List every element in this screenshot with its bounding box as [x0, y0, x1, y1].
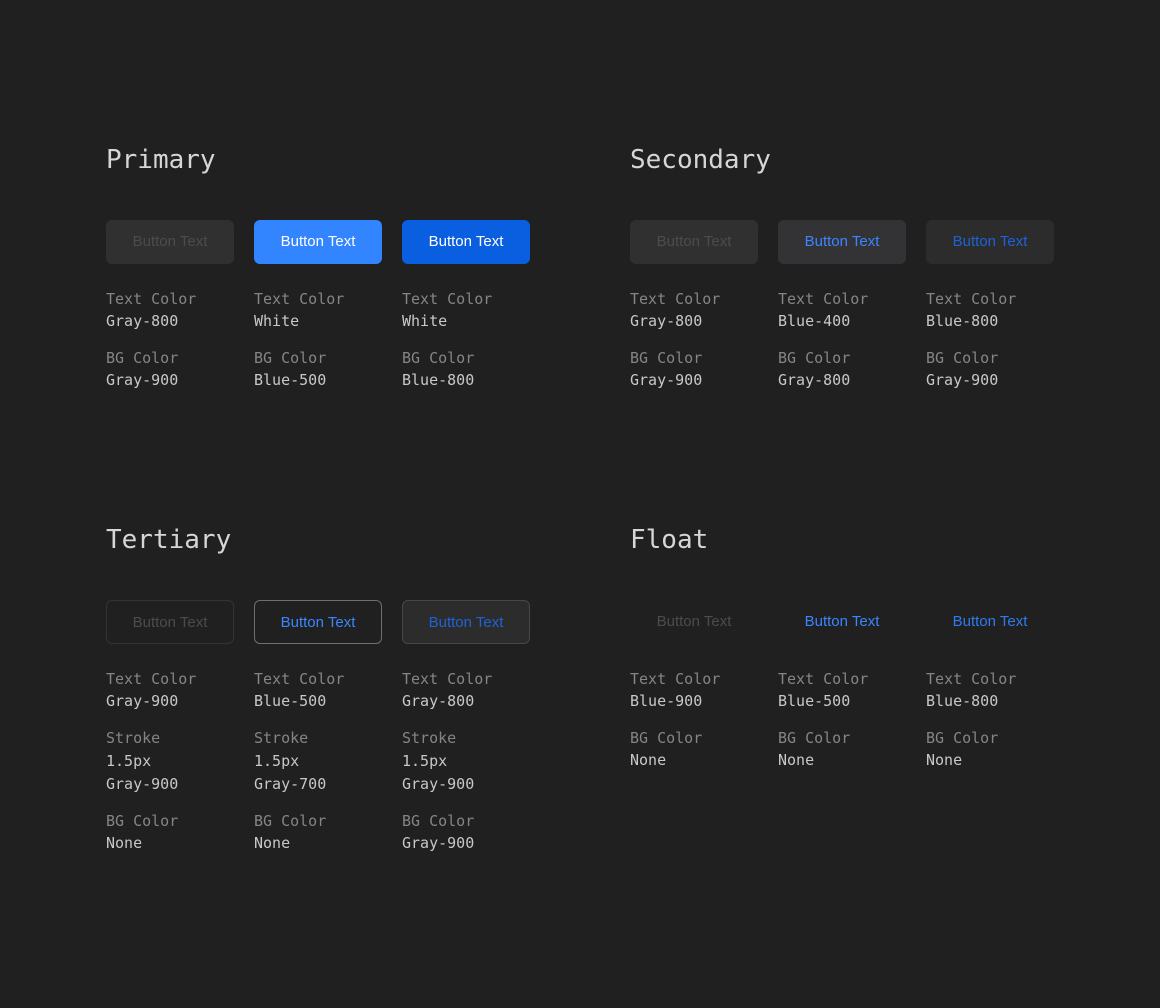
primary-button-disabled[interactable]: Button Text: [106, 220, 234, 264]
tertiary-button-default[interactable]: Button Text: [254, 600, 382, 644]
section-title-secondary: Secondary: [630, 145, 771, 175]
spec-value: Gray-900: [106, 775, 179, 793]
spec-value: Gray-900: [106, 371, 179, 389]
spec-value: Blue-800: [926, 692, 999, 710]
spec-value: 1.5px: [106, 752, 152, 770]
secondary-button-pressed[interactable]: Button Text: [926, 220, 1054, 264]
spec-list: Text Color White BG Color Blue-800: [402, 288, 530, 406]
spec-value: 1.5px: [254, 752, 300, 770]
spec-value: None: [778, 751, 815, 769]
spec-list: Text Color Blue-900 BG Color None: [630, 668, 758, 786]
spec-value: Blue-800: [926, 312, 999, 330]
spec-value: Gray-900: [106, 692, 179, 710]
spec-list: Text Color Gray-800 BG Color Gray-900: [106, 288, 234, 406]
spec-value: 1.5px: [402, 752, 448, 770]
spec-value: White: [254, 312, 300, 330]
spec-list: Text Color Blue-800 BG Color None: [926, 668, 1054, 786]
spec-value: None: [106, 834, 143, 852]
float-button-default[interactable]: Button Text: [778, 600, 906, 644]
secondary-button-default[interactable]: Button Text: [778, 220, 906, 264]
spec-label: BG Color: [630, 729, 703, 747]
spec-label: BG Color: [402, 812, 475, 830]
spec-label: Stroke: [254, 729, 309, 747]
spec-value: Gray-800: [778, 371, 851, 389]
float-button-pressed[interactable]: Button Text: [926, 600, 1054, 644]
spec-label: BG Color: [926, 729, 999, 747]
spec-label: Text Color: [254, 290, 345, 308]
spec-label: BG Color: [402, 349, 475, 367]
spec-value: Blue-800: [402, 371, 475, 389]
spec-value: Blue-500: [778, 692, 851, 710]
spec-list: Text Color Blue-500 Stroke 1.5px Gray-700 B…: [254, 668, 382, 869]
spec-label: BG Color: [254, 812, 327, 830]
spec-label: Text Color: [630, 670, 721, 688]
primary-button-default[interactable]: Button Text: [254, 220, 382, 264]
spec-value: Gray-900: [402, 775, 475, 793]
spec-value: Gray-800: [630, 312, 703, 330]
spec-value: Blue-900: [630, 692, 703, 710]
spec-label: Stroke: [402, 729, 457, 747]
spec-label: BG Color: [254, 349, 327, 367]
spec-value: Gray-800: [106, 312, 179, 330]
spec-label: Text Color: [402, 670, 493, 688]
spec-value: Gray-900: [926, 371, 999, 389]
spec-value: Gray-900: [402, 834, 475, 852]
section-title-primary: Primary: [106, 145, 216, 175]
spec-value: Gray-900: [630, 371, 703, 389]
spec-value: None: [926, 751, 963, 769]
spec-value: Gray-800: [402, 692, 475, 710]
spec-value: None: [254, 834, 291, 852]
spec-list: Text Color White BG Color Blue-500: [254, 288, 382, 406]
spec-value: White: [402, 312, 448, 330]
spec-label: Text Color: [254, 670, 345, 688]
spec-label: Text Color: [778, 290, 869, 308]
spec-list: Text Color Gray-900 Stroke 1.5px Gray-900 B…: [106, 668, 234, 869]
secondary-button-disabled[interactable]: Button Text: [630, 220, 758, 264]
section-title-float: Float: [630, 525, 709, 555]
spec-list: Text Color Blue-400 BG Color Gray-800: [778, 288, 906, 406]
spec-label: BG Color: [630, 349, 703, 367]
spec-label: Text Color: [106, 290, 197, 308]
primary-button-pressed[interactable]: Button Text: [402, 220, 530, 264]
spec-value: Blue-500: [254, 692, 327, 710]
spec-label: Text Color: [926, 670, 1017, 688]
tertiary-button-disabled[interactable]: Button Text: [106, 600, 234, 644]
spec-label: BG Color: [106, 812, 179, 830]
spec-list: Text Color Blue-800 BG Color Gray-900: [926, 288, 1054, 406]
spec-list: Text Color Gray-800 BG Color Gray-900: [630, 288, 758, 406]
spec-list: Text Color Gray-800 Stroke 1.5px Gray-900 B…: [402, 668, 530, 869]
spec-label: BG Color: [106, 349, 179, 367]
spec-label: Stroke: [106, 729, 161, 747]
spec-label: BG Color: [778, 729, 851, 747]
section-title-tertiary: Tertiary: [106, 525, 232, 555]
spec-list: Text Color Blue-500 BG Color None: [778, 668, 906, 786]
tertiary-button-pressed[interactable]: Button Text: [402, 600, 530, 644]
spec-label: Text Color: [926, 290, 1017, 308]
spec-label: Text Color: [630, 290, 721, 308]
spec-value: Blue-400: [778, 312, 851, 330]
float-button-disabled[interactable]: Button Text: [630, 600, 758, 644]
spec-label: BG Color: [778, 349, 851, 367]
spec-value: None: [630, 751, 667, 769]
spec-label: Text Color: [402, 290, 493, 308]
spec-value: Blue-500: [254, 371, 327, 389]
spec-value: Gray-700: [254, 775, 327, 793]
spec-label: BG Color: [926, 349, 999, 367]
spec-label: Text Color: [106, 670, 197, 688]
spec-label: Text Color: [778, 670, 869, 688]
